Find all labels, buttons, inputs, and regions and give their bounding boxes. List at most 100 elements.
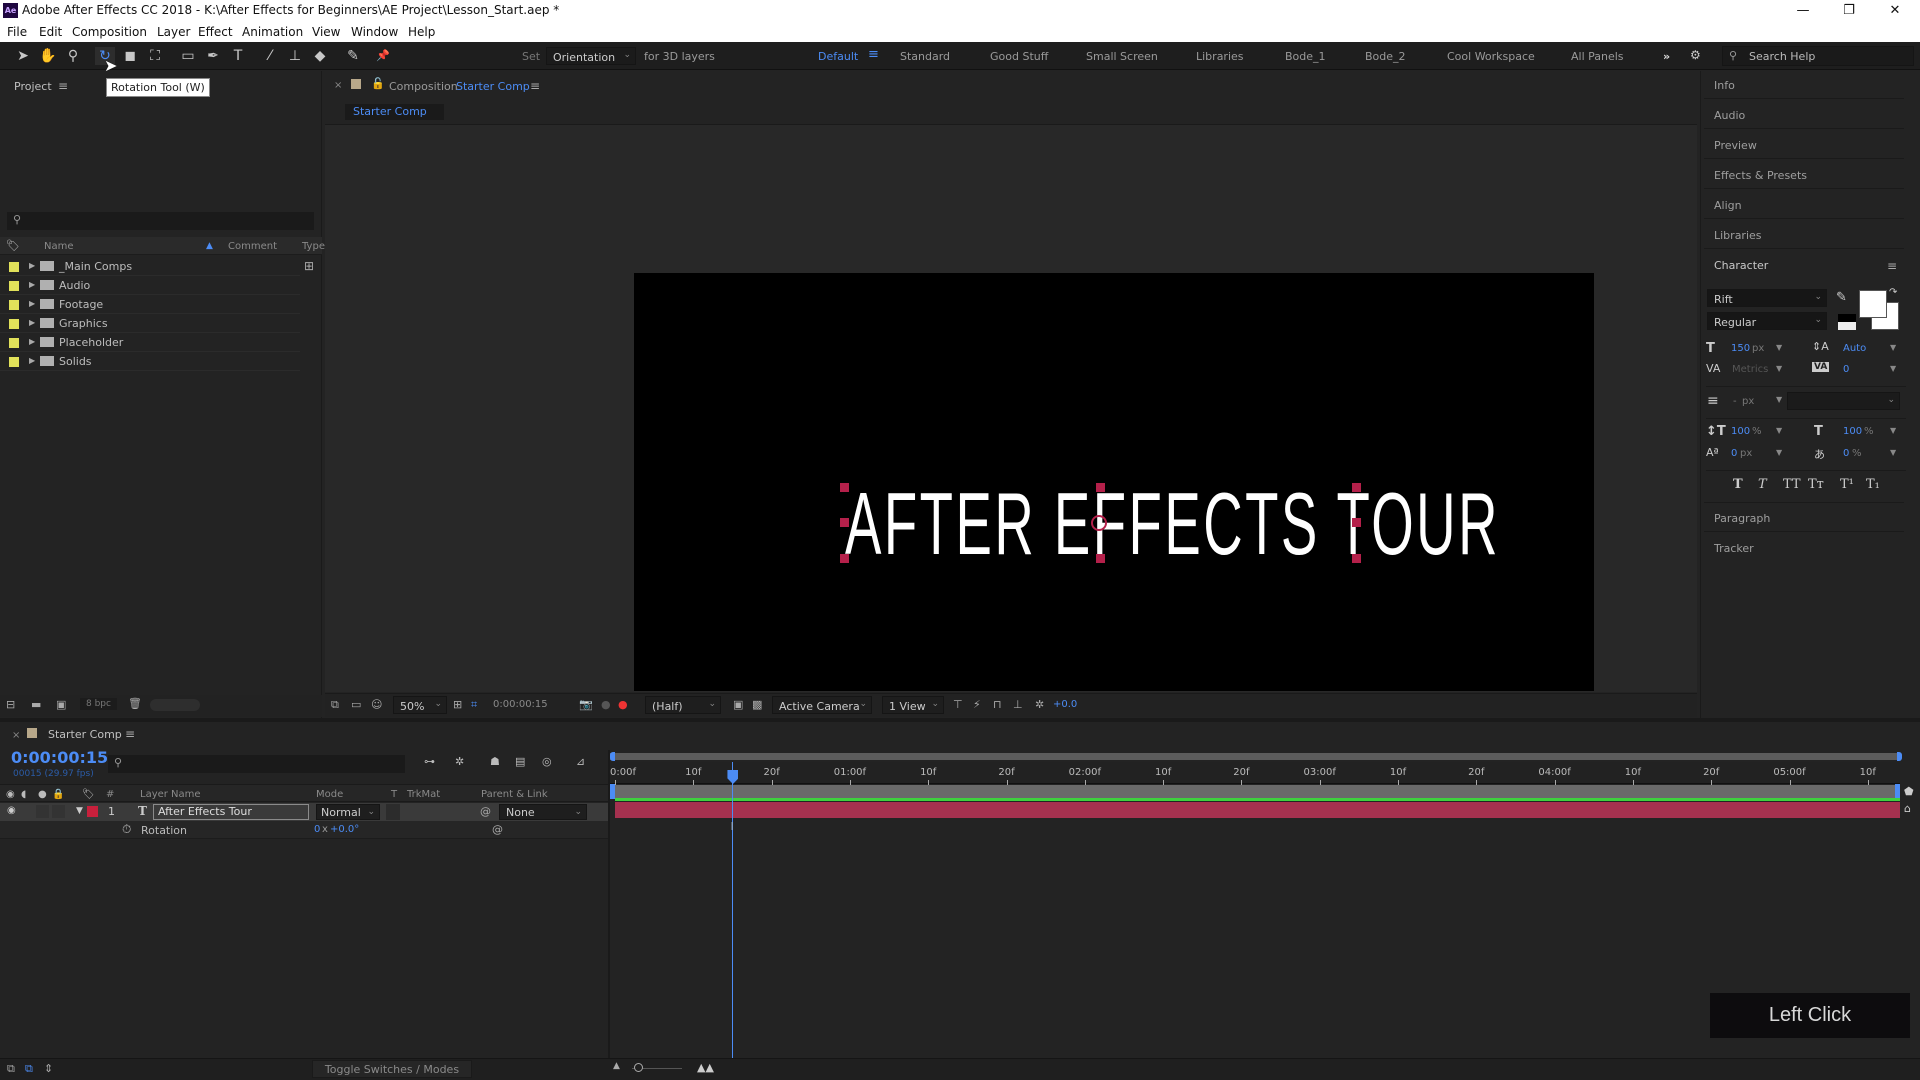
workspace-standard[interactable]: Standard xyxy=(900,50,950,63)
anchor-point-icon[interactable] xyxy=(1091,515,1107,531)
new-composition-icon[interactable]: ▣ xyxy=(56,698,66,711)
sort-ascending-icon[interactable]: ▲ xyxy=(206,241,213,251)
type-tool-icon[interactable]: T xyxy=(228,47,248,65)
label-swatch[interactable] xyxy=(9,338,19,348)
column-name[interactable]: Name xyxy=(44,241,74,252)
blend-mode-dropdown[interactable]: Normal ⌄ xyxy=(316,804,380,820)
menu-window[interactable]: Window xyxy=(351,25,398,39)
project-item[interactable]: ▶ Placeholder xyxy=(0,333,300,352)
menu-file[interactable]: File xyxy=(7,25,27,39)
baseline-shift-dropdown-arrow[interactable]: ▼ xyxy=(1776,448,1782,457)
black-white-swatch[interactable] xyxy=(1838,314,1856,330)
reset-exposure-icon[interactable]: ✲ xyxy=(1035,698,1044,711)
bounding-handle[interactable] xyxy=(840,483,849,492)
workspace-bode-2[interactable]: Bode_2 xyxy=(1365,50,1406,63)
expand-triangle-icon[interactable]: ▶ xyxy=(29,356,35,365)
project-search-input[interactable]: ⚲ xyxy=(7,212,314,230)
video-switch-icon[interactable]: ◉ xyxy=(6,789,15,800)
transparency-grid-icon[interactable]: ▩ xyxy=(752,698,762,711)
project-menu-icon[interactable]: ≡ xyxy=(58,79,68,93)
playhead-line[interactable] xyxy=(732,762,734,1058)
layer-duration-bar[interactable] xyxy=(615,802,1900,818)
menu-animation[interactable]: Animation xyxy=(242,25,303,39)
flowchart-icon[interactable]: ⊥ xyxy=(1013,698,1023,711)
current-time-display[interactable]: 0:00:00:15 xyxy=(493,699,548,710)
workspace-all-panels[interactable]: All Panels xyxy=(1571,50,1624,63)
menu-layer[interactable]: Layer xyxy=(157,25,190,39)
panel-audio[interactable]: Audio xyxy=(1704,101,1904,129)
mask-visibility-icon[interactable]: ☺ xyxy=(371,698,382,711)
trash-icon[interactable]: 🗑 xyxy=(128,697,142,710)
always-preview-icon[interactable]: ⧉ xyxy=(331,698,339,712)
bounding-handle[interactable] xyxy=(840,518,849,527)
label-swatch[interactable] xyxy=(9,262,19,272)
magnification-dropdown[interactable]: 50% ⌄ xyxy=(393,696,447,714)
workspace-menu-icon[interactable]: ≡ xyxy=(868,47,879,62)
menu-help[interactable]: Help xyxy=(408,25,435,39)
workspace-good-stuff[interactable]: Good Stuff xyxy=(990,50,1048,63)
all-caps-button[interactable]: TT xyxy=(1783,477,1801,492)
solo-toggle[interactable] xyxy=(36,805,49,818)
rotation-revolutions[interactable]: 0 xyxy=(314,824,320,835)
new-folder-icon[interactable]: ▬ xyxy=(31,698,41,711)
selection-tool-icon[interactable]: ➤ xyxy=(13,47,33,65)
rectangle-tool-icon[interactable]: ▭ xyxy=(178,47,198,65)
in-out-pane-icon[interactable]: ⇕ xyxy=(44,1062,53,1075)
shy-layers-icon[interactable]: ☗ xyxy=(490,755,500,768)
comp-panel-menu-icon[interactable]: ≡ xyxy=(530,79,540,93)
composition-tab-name[interactable]: Starter Comp xyxy=(456,80,530,93)
toolbar-settings-icon[interactable]: ⚙ xyxy=(1690,48,1701,62)
bit-depth-button[interactable]: 8 bpc xyxy=(80,698,117,710)
tracking-dropdown-arrow[interactable]: ▼ xyxy=(1890,364,1896,373)
stroke-width-dropdown-arrow[interactable]: ▼ xyxy=(1776,395,1782,404)
hand-tool-icon[interactable]: ✋ xyxy=(38,47,58,65)
workspace-small-screen[interactable]: Small Screen xyxy=(1086,50,1158,63)
label-swatch[interactable] xyxy=(9,357,19,367)
workspace-cool-workspace[interactable]: Cool Workspace xyxy=(1447,50,1535,63)
superscript-button[interactable]: T¹ xyxy=(1840,477,1854,492)
small-caps-button[interactable]: Tт xyxy=(1808,477,1824,492)
stroke-width-value[interactable]: - xyxy=(1733,396,1737,407)
snapshot-icon[interactable]: 📷 xyxy=(579,698,593,711)
menu-view[interactable]: View xyxy=(312,25,340,39)
layer-switches-pane-icon[interactable]: ⧉ xyxy=(7,1062,15,1076)
workspace-bode-1[interactable]: Bode_1 xyxy=(1285,50,1326,63)
eye-icon[interactable]: ◉ xyxy=(7,805,16,816)
swap-colors-icon[interactable]: ↷ xyxy=(1889,287,1897,298)
timeline-menu-icon[interactable]: ≡ xyxy=(125,727,135,741)
breadcrumb-starter-comp[interactable]: Starter Comp xyxy=(345,104,444,120)
panel-effects-presets[interactable]: Effects & Presets xyxy=(1704,161,1904,189)
viewer-area[interactable]: AFTER EFFECTS TOUR xyxy=(325,125,1697,692)
panel-character[interactable]: Character xyxy=(1704,251,1904,279)
restore-button[interactable]: ❐ xyxy=(1826,0,1872,22)
search-help-input[interactable]: ⚲ Search Help xyxy=(1722,46,1914,66)
eyedropper-icon[interactable]: ✎ xyxy=(1836,290,1847,305)
pick-whip-icon[interactable]: @ xyxy=(492,823,503,836)
resolution-dropdown[interactable]: (Half) ⌄ xyxy=(645,696,721,714)
column-parent-link[interactable]: Parent & Link xyxy=(481,789,548,800)
more-workspaces-icon[interactable]: » xyxy=(1663,50,1670,63)
font-size-dropdown-arrow[interactable]: ▼ xyxy=(1776,343,1782,352)
thumbnail-slider[interactable] xyxy=(150,699,200,711)
monitor-icon[interactable]: ▭ xyxy=(351,698,361,711)
camera-dropdown[interactable]: Active Camera ⌄ xyxy=(772,696,872,714)
column-trkmat[interactable]: TrkMat xyxy=(407,789,440,800)
tsume-dropdown-arrow[interactable]: ▼ xyxy=(1890,448,1896,457)
comp-mini-flowchart-icon[interactable]: ⊶ xyxy=(424,755,435,768)
font-style-dropdown[interactable]: Regular ⌄ xyxy=(1707,312,1827,330)
comp-canvas[interactable]: AFTER EFFECTS TOUR xyxy=(634,273,1594,691)
column-index[interactable]: # xyxy=(106,789,114,800)
faux-italic-button[interactable]: T xyxy=(1758,477,1767,492)
brush-tool-icon[interactable]: ⁄ xyxy=(260,47,280,65)
fast-previews-icon[interactable]: ▣ xyxy=(733,698,743,711)
lock-icon[interactable]: 🔓 xyxy=(371,77,385,90)
column-comment[interactable]: Comment xyxy=(228,241,277,252)
transfer-controls-pane-icon[interactable]: ⧉ xyxy=(25,1062,33,1076)
camera-tool-icon[interactable]: ◼ xyxy=(120,47,140,65)
workspace-libraries[interactable]: Libraries xyxy=(1196,50,1244,63)
toggle-transparency-grid-icon[interactable]: ⌗ xyxy=(471,698,477,712)
motion-blur-icon[interactable]: ◎ xyxy=(542,755,552,768)
timeline-icon[interactable]: ⊓ xyxy=(993,698,1002,711)
bounding-handle[interactable] xyxy=(1096,554,1105,563)
horizontal-scale-dropdown-arrow[interactable]: ▼ xyxy=(1890,426,1896,435)
